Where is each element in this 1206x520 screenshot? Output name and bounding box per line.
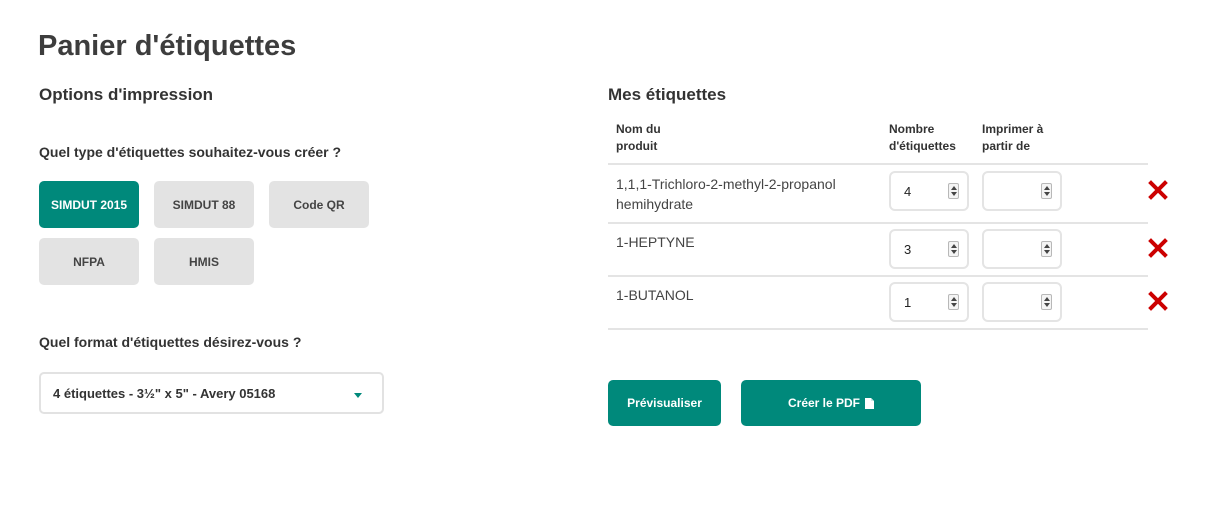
type-button-qr-code[interactable]: Code QR	[269, 181, 369, 228]
format-question: Quel format d'étiquettes désirez-vous ?	[39, 334, 302, 350]
row-divider	[608, 222, 1148, 224]
label-count-input[interactable]: 3	[889, 229, 969, 269]
product-name: 1-HEPTYNE	[616, 234, 695, 250]
spinner-icon[interactable]	[1041, 241, 1052, 257]
label-count-input[interactable]: 1	[889, 282, 969, 322]
row-divider	[608, 163, 1148, 165]
file-icon	[865, 397, 875, 409]
column-header-count: Nombre d'étiquettes	[889, 122, 956, 153]
label-count-input[interactable]: 4	[889, 171, 969, 211]
format-select-value: 4 étiquettes - 3½" x 5" - Avery 05168	[53, 385, 276, 401]
type-question: Quel type d'étiquettes souhaitez-vous cr…	[39, 144, 342, 160]
product-name: 1-BUTANOL	[616, 287, 694, 303]
type-button-simdut-2015[interactable]: SIMDUT 2015	[39, 181, 139, 228]
close-x-icon[interactable]	[1148, 238, 1168, 258]
column-header-start: Imprimer à partir de	[982, 122, 1044, 153]
spinner-icon[interactable]	[1041, 294, 1052, 310]
type-button-nfpa[interactable]: NFPA	[39, 238, 139, 285]
preview-button[interactable]: Prévisualiser	[608, 380, 721, 426]
start-position-input[interactable]	[982, 171, 1062, 211]
caret-down-icon	[354, 393, 362, 398]
row-divider	[608, 275, 1148, 277]
close-x-icon[interactable]	[1148, 180, 1168, 200]
column-header-product: Nom du produit	[616, 122, 661, 153]
spinner-icon[interactable]	[948, 183, 959, 199]
spinner-icon[interactable]	[948, 241, 959, 257]
row-divider	[608, 328, 1148, 330]
spinner-icon[interactable]	[1041, 183, 1052, 199]
spinner-icon[interactable]	[948, 294, 959, 310]
type-button-hmis[interactable]: HMIS	[154, 238, 254, 285]
format-select[interactable]: 4 étiquettes - 3½" x 5" - Avery 05168	[39, 372, 384, 414]
start-position-input[interactable]	[982, 229, 1062, 269]
page-title: Panier d'étiquettes	[38, 30, 297, 62]
my-labels-heading: Mes étiquettes	[608, 85, 727, 104]
print-options-heading: Options d'impression	[39, 85, 214, 104]
type-button-simdut-88[interactable]: SIMDUT 88	[154, 181, 254, 228]
create-pdf-button[interactable]: Créer le PDF	[741, 380, 921, 426]
start-position-input[interactable]	[982, 282, 1062, 322]
close-x-icon[interactable]	[1148, 291, 1168, 311]
product-name: 1,1,1-Trichloro-2-methyl-2-propanol hemi…	[616, 176, 836, 212]
